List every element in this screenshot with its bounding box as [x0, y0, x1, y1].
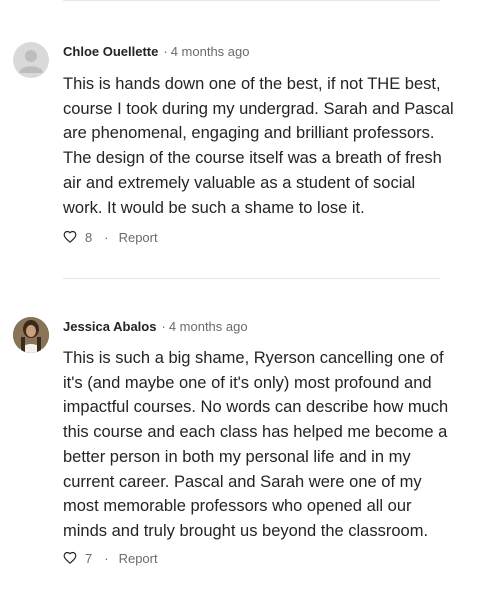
comment-line: are phenomenal, engaging and brilliant p…: [63, 124, 435, 143]
comment-line: most memorable professors who opened all…: [63, 497, 412, 516]
like-count: 7: [85, 550, 93, 566]
comment-line: current career. Pascal and Sarah were on…: [63, 472, 422, 491]
comment-author[interactable]: Chloe Ouellette: [63, 44, 158, 59]
report-button[interactable]: Report: [119, 230, 158, 245]
heart-icon[interactable]: [63, 551, 77, 565]
comment-actions: 8 · Report: [63, 228, 158, 246]
comment-line: minds and truly brought us beyond the cl…: [63, 521, 429, 540]
avatar[interactable]: [13, 317, 49, 353]
user-placeholder-icon: [19, 50, 43, 73]
meta-separator: ·: [161, 319, 166, 334]
comment-line: it's (and maybe one of it's only) most p…: [63, 373, 432, 392]
comment-time[interactable]: 4 months ago: [171, 44, 250, 59]
comment-actions: 7 · Report: [63, 549, 158, 567]
comment-meta: Jessica Abalos · 4 months ago: [63, 319, 248, 335]
like-count: 8: [85, 229, 93, 245]
comment-line: work. It would be such a shame to lose i…: [63, 198, 365, 217]
divider-middle: [63, 278, 440, 279]
profile-photo-icon: [13, 317, 49, 353]
avatar[interactable]: [13, 42, 49, 78]
comment-line: course I took during my undergrad. Sarah…: [63, 99, 454, 118]
meta-separator: ·: [163, 44, 168, 59]
action-separator: ·: [104, 550, 109, 566]
action-separator: ·: [104, 229, 109, 245]
comment-line: The design of the course itself was a br…: [63, 149, 442, 168]
comment-line: This is hands down one of the best, if n…: [63, 75, 441, 93]
comment-line: this course and each class has helped me…: [63, 423, 448, 442]
comment-line: air and extremely valuable as a student …: [63, 173, 416, 192]
comment-line: This is such a big shame, Ryerson cancel…: [63, 349, 444, 367]
comment-author[interactable]: Jessica Abalos: [63, 319, 156, 334]
comment-body: This is such a big shame, Ryerson cancel…: [63, 346, 463, 544]
report-button[interactable]: Report: [119, 551, 158, 566]
comment-line: better person in both my personal life a…: [63, 447, 411, 466]
heart-icon[interactable]: [63, 230, 77, 244]
comment-body: This is hands down one of the best, if n…: [63, 72, 463, 220]
comment-meta: Chloe Ouellette · 4 months ago: [63, 44, 249, 60]
comment-time[interactable]: 4 months ago: [169, 319, 248, 334]
comment-line: impactful courses. No words can describe…: [63, 398, 449, 417]
divider-top: [63, 0, 440, 1]
